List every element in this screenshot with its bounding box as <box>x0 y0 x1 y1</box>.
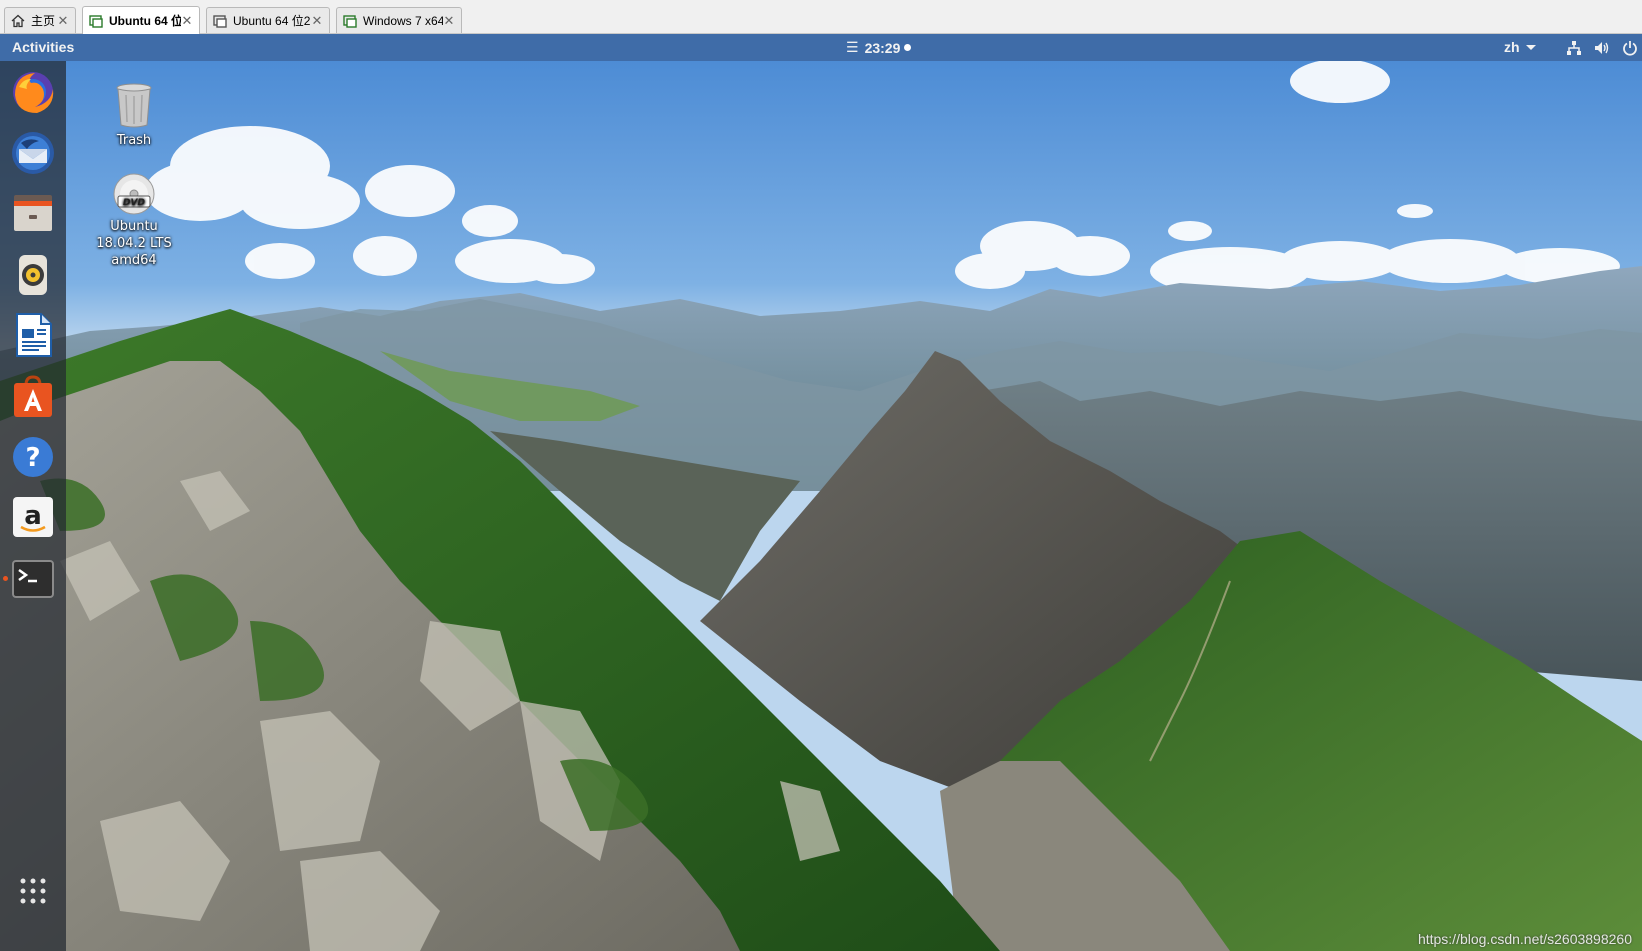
mountain-landscape <box>0 61 1642 951</box>
dock-item-writer[interactable] <box>9 311 57 359</box>
tab-windows-7[interactable]: Windows 7 x64 ✕ <box>336 7 462 33</box>
tab-home[interactable]: 主页 ✕ <box>4 7 76 33</box>
input-method-menu[interactable]: zh <box>1504 39 1536 55</box>
notification-list-icon: ☰ <box>846 39 859 55</box>
desktop-wallpaper <box>0 61 1642 951</box>
dock-item-terminal[interactable] <box>9 555 57 603</box>
amazon-icon: a <box>13 497 53 537</box>
language-label: zh <box>1504 39 1520 55</box>
desktop-icon-label: Trash <box>116 133 152 148</box>
show-applications-button[interactable] <box>9 867 57 915</box>
dock-item-help[interactable]: ? <box>9 433 57 481</box>
notification-dot-icon <box>904 44 912 51</box>
thunderbird-icon <box>12 132 54 174</box>
home-icon <box>11 14 25 28</box>
dock-item-thunderbird[interactable] <box>9 129 57 177</box>
trash-icon <box>116 83 152 128</box>
network-icon[interactable] <box>1566 40 1582 56</box>
gnome-top-bar: Activities ☰ 23:29 zh <box>0 34 1642 61</box>
tab-label: 主页 <box>31 14 56 28</box>
svg-text:DVD: DVD <box>123 198 145 208</box>
desktop-icon-trash[interactable]: Trash <box>89 80 179 149</box>
software-icon <box>14 375 52 417</box>
watermark-text: https://blog.csdn.net/s2603898260 <box>1417 931 1632 947</box>
dock-item-rhythmbox[interactable] <box>9 251 57 299</box>
terminal-icon <box>12 560 54 598</box>
svg-text:?: ? <box>25 443 40 473</box>
tab-label: Ubuntu 64 位 <box>109 14 181 28</box>
tab-label: Ubuntu 64 位2 <box>233 14 311 28</box>
running-indicator <box>3 576 8 581</box>
vm-icon <box>89 14 103 28</box>
tab-label: Windows 7 x64 <box>363 13 443 28</box>
desktop-icon-label: Ubuntu 18.04.2 LTS amd64 <box>96 219 172 268</box>
volume-icon[interactable] <box>1594 40 1610 56</box>
help-icon: ? <box>13 437 53 477</box>
close-icon[interactable]: ✕ <box>57 13 69 29</box>
files-icon <box>14 195 52 231</box>
clock-label: 23:29 <box>864 39 901 56</box>
rhythmbox-icon <box>19 255 47 295</box>
writer-icon <box>16 313 52 357</box>
svg-text:a: a <box>24 501 42 531</box>
clock-button[interactable]: ☰ 23:29 <box>846 39 912 56</box>
ubuntu-dock: ? a <box>0 61 66 951</box>
activities-button[interactable]: Activities <box>12 39 74 55</box>
dock-item-firefox[interactable] <box>9 67 57 115</box>
dvd-icon: DVD <box>113 173 155 215</box>
vm-icon <box>213 14 227 28</box>
power-icon[interactable] <box>1622 40 1638 56</box>
close-icon[interactable]: ✕ <box>311 13 323 29</box>
desktop-icon-ubuntu-dvd[interactable]: DVD Ubuntu 18.04.2 LTS amd64 <box>89 172 179 269</box>
vm-icon <box>343 14 357 28</box>
close-icon[interactable]: ✕ <box>443 13 455 29</box>
chevron-down-icon <box>1525 44 1536 50</box>
vm-tab-strip: 主页 ✕ Ubuntu 64 位 ✕ Ubuntu 64 位2 ✕ Window… <box>0 0 1642 34</box>
tab-ubuntu-64-2[interactable]: Ubuntu 64 位2 ✕ <box>206 7 330 33</box>
firefox-icon <box>13 72 54 113</box>
dock-item-files[interactable] <box>9 189 57 237</box>
dock-item-ubuntu-software[interactable] <box>9 373 57 421</box>
close-icon[interactable]: ✕ <box>181 13 193 29</box>
dock-item-amazon[interactable]: a <box>9 493 57 541</box>
tab-ubuntu-64[interactable]: Ubuntu 64 位 ✕ <box>82 6 200 34</box>
apps-grid-icon <box>20 878 46 904</box>
